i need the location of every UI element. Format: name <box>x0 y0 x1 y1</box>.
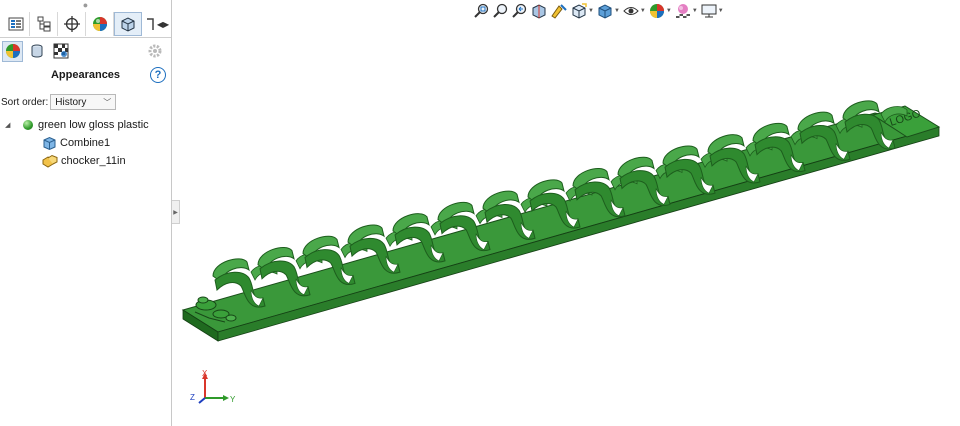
help-icon: ? <box>154 69 162 81</box>
configuration-manager-tab[interactable] <box>58 12 86 36</box>
coordinate-triad: X Y Z <box>190 370 236 404</box>
collapse-caret-icon[interactable]: ◢ <box>5 121 15 129</box>
appearances-subtool[interactable] <box>2 40 23 62</box>
panel-grip[interactable]: ● <box>0 0 171 12</box>
display-manager-tab[interactable] <box>86 12 114 36</box>
z-axis-label: Z <box>190 393 195 402</box>
appearances-tab[interactable] <box>114 12 142 36</box>
appearance-tree: ◢ green low gloss plastic Combine1 chock… <box>0 116 171 170</box>
panel-tabs: ◀▶ <box>0 12 171 38</box>
z-axis-arrow <box>198 397 206 404</box>
tree-item-combine1[interactable]: Combine1 <box>0 134 171 152</box>
property-manager-tab[interactable] <box>30 12 58 36</box>
tree-item-label: chocker_11in <box>61 155 126 167</box>
feature-tree-icon <box>8 17 23 31</box>
y-axis-label: Y <box>230 395 236 404</box>
cylinder-icon <box>31 44 42 58</box>
sort-order-value: History <box>55 96 87 108</box>
strap-top-face[interactable] <box>181 112 940 333</box>
property-tree-icon <box>37 16 50 32</box>
color-ball-icon <box>5 44 20 58</box>
tree-item-label: Combine1 <box>60 137 111 149</box>
material-ball-icon <box>23 120 33 130</box>
sort-order-row: Sort order: History ﹀ <box>0 90 171 114</box>
crosshair-icon <box>63 16 80 32</box>
settings-button[interactable] <box>144 41 165 62</box>
tab-scroll-arrows[interactable]: ◀▶ <box>156 12 170 37</box>
sort-order-label: Sort order: <box>1 96 49 108</box>
gear-icon <box>148 44 161 58</box>
left-panel: ● ◀▶ Appearances ? Sort order: History ﹀… <box>0 0 172 426</box>
decals-subtool[interactable] <box>26 41 47 62</box>
panel-header: Appearances ? <box>0 64 171 86</box>
strap-side-face <box>217 126 940 342</box>
checker-scene-icon <box>53 43 68 59</box>
appearance-ball-icon <box>92 17 107 31</box>
graphics-area[interactable]: ▼ ▼ ▼ ▼ ▼ ▼ LOGO X Y Z <box>173 0 960 426</box>
part-icon <box>42 154 58 168</box>
material-label: green low gloss plastic <box>38 119 149 131</box>
help-button[interactable]: ? <box>150 67 166 83</box>
model-view[interactable]: LOGO <box>173 0 960 426</box>
scene-subtool[interactable] <box>50 41 71 62</box>
x-axis-label: X <box>202 370 208 378</box>
appearance-subtools <box>0 38 171 64</box>
solid-body-icon <box>43 136 56 150</box>
app-window: ● ◀▶ Appearances ? Sort order: History ﹀… <box>0 0 960 426</box>
chevron-down-icon: ﹀ <box>103 97 112 107</box>
feature-manager-tab[interactable] <box>2 12 30 36</box>
cube-display-icon <box>121 17 135 32</box>
tree-item-material[interactable]: ◢ green low gloss plastic <box>0 116 171 134</box>
tree-item-chocker[interactable]: chocker_11in <box>0 152 171 170</box>
panel-title: Appearances <box>50 69 121 81</box>
sort-order-select[interactable]: History ﹀ <box>50 94 117 110</box>
more-tab-icon <box>147 18 154 30</box>
more-tabs[interactable] <box>142 12 156 36</box>
